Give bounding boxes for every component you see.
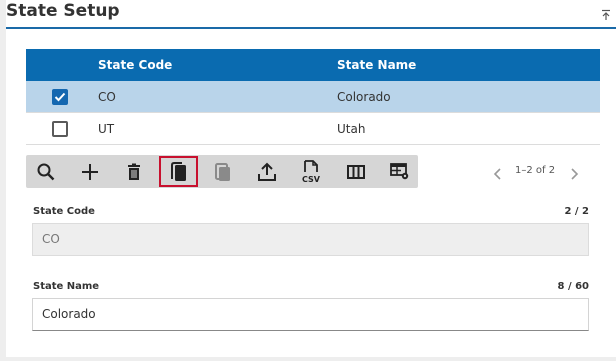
export-icon bbox=[258, 162, 276, 181]
column-header-state-code[interactable]: State Code bbox=[98, 58, 172, 72]
svg-text:CSV: CSV bbox=[302, 175, 321, 184]
title-divider bbox=[6, 27, 616, 29]
columns-button[interactable] bbox=[337, 156, 375, 187]
column-header-state-name[interactable]: State Name bbox=[337, 58, 416, 72]
columns-icon bbox=[347, 164, 365, 179]
copy-button[interactable] bbox=[159, 156, 198, 187]
delete-icon bbox=[128, 163, 140, 180]
state-code-field: CO bbox=[32, 223, 589, 256]
next-page-icon[interactable] bbox=[569, 165, 579, 180]
row-checkbox[interactable] bbox=[52, 121, 68, 137]
state-name-char-count: 8 / 60 bbox=[557, 281, 590, 292]
copy-icon bbox=[170, 161, 186, 181]
row-checkbox[interactable] bbox=[52, 89, 68, 105]
check-icon bbox=[54, 92, 66, 102]
grid-settings-button[interactable] bbox=[381, 156, 419, 187]
cell-state-code: UT bbox=[98, 122, 115, 136]
grid-settings-icon bbox=[390, 162, 409, 179]
grid-toolbar: CSV bbox=[26, 155, 418, 188]
add-button[interactable] bbox=[71, 156, 109, 187]
delete-button[interactable] bbox=[115, 156, 153, 187]
state-grid: State Code State Name CO Colorado UT Uta… bbox=[26, 49, 600, 145]
panel-title: State Setup bbox=[6, 1, 120, 21]
collapse-icon[interactable] bbox=[600, 6, 612, 20]
grid-header: State Code State Name bbox=[26, 49, 600, 81]
paste-button bbox=[204, 156, 242, 187]
previous-page-icon[interactable] bbox=[493, 165, 503, 180]
export-button[interactable] bbox=[248, 156, 286, 187]
state-name-label: State Name bbox=[33, 281, 100, 292]
state-setup-panel: State Setup State Code State Name CO Col… bbox=[6, 0, 616, 357]
search-icon bbox=[37, 163, 55, 180]
state-code-label: State Code bbox=[33, 206, 95, 217]
csv-button[interactable]: CSV bbox=[292, 156, 330, 187]
cell-state-code: CO bbox=[98, 90, 116, 104]
state-name-field[interactable]: Colorado bbox=[32, 298, 589, 331]
csv-icon: CSV bbox=[302, 159, 321, 184]
cell-state-name: Utah bbox=[337, 122, 366, 136]
state-code-char-count: 2 / 2 bbox=[564, 206, 589, 217]
cell-state-name: Colorado bbox=[337, 90, 391, 104]
table-row[interactable]: UT Utah bbox=[26, 113, 600, 145]
paste-icon bbox=[215, 162, 230, 181]
pager-range: 1–2 of 2 bbox=[515, 165, 556, 176]
search-button[interactable] bbox=[27, 156, 65, 187]
add-icon bbox=[82, 163, 98, 180]
table-row[interactable]: CO Colorado bbox=[26, 81, 600, 113]
